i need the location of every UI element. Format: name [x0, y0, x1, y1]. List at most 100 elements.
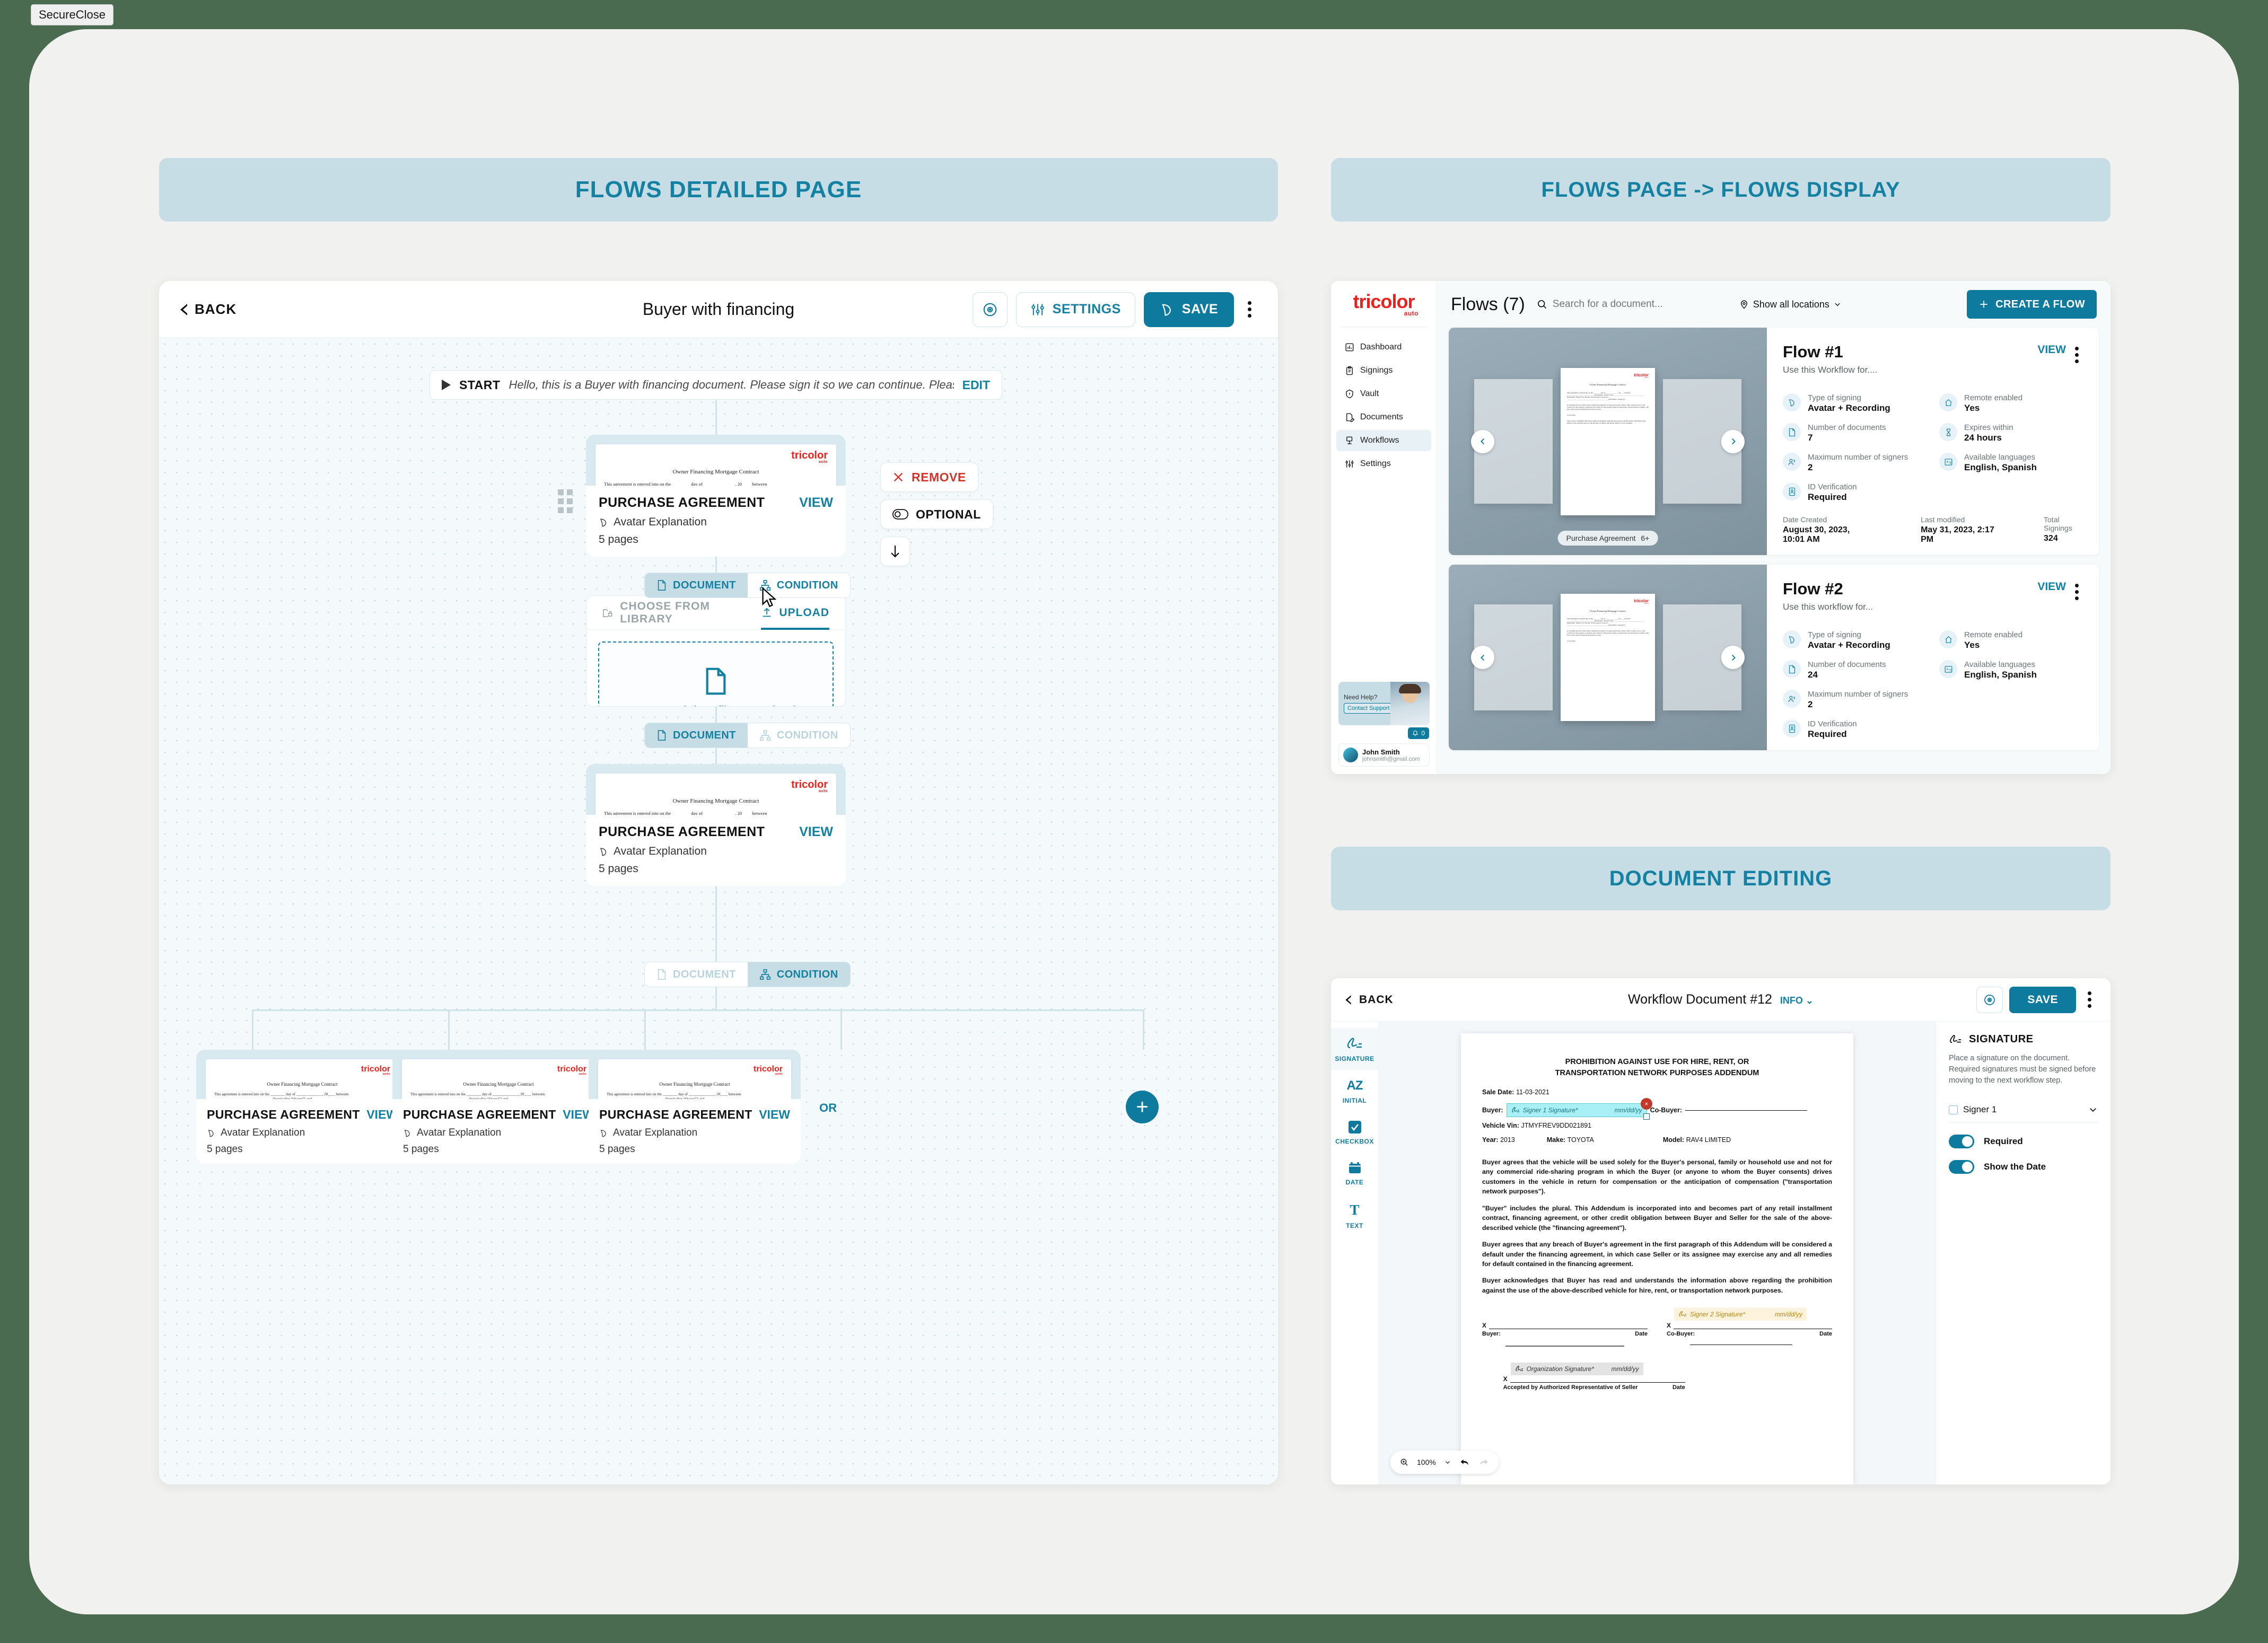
preview-next-button[interactable] — [1721, 429, 1745, 453]
attribute-key: Type of signing — [1808, 630, 1861, 639]
document-canvas[interactable]: PROHIBITION AGAINST USE FOR HIRE, RENT, … — [1379, 1022, 1936, 1484]
flow-document-preview[interactable]: tricolor auto Owner Financing Mortgage Co… — [1449, 328, 1767, 555]
info-dropdown[interactable]: INFO ⌄ — [1780, 995, 1814, 1006]
tab-condition-2[interactable]: CONDITION — [748, 723, 850, 748]
flow-view-link[interactable]: VIEW — [2037, 344, 2066, 356]
flow-row[interactable]: tricolor auto Owner Financing Mortgage Co… — [1449, 328, 2099, 555]
close-icon[interactable]: × — [1640, 1098, 1652, 1110]
eye-icon[interactable] — [972, 292, 1008, 327]
create-a-flow-button[interactable]: CREATE A FLOW — [1967, 290, 2097, 319]
drag-handle-icon[interactable] — [558, 489, 573, 513]
chevron-left-icon — [1480, 438, 1484, 445]
preview-next-button[interactable] — [1721, 646, 1745, 669]
start-step-bar[interactable]: START Hello, this is a Buyer with financ… — [430, 370, 1002, 400]
preview-prev-button[interactable] — [1471, 646, 1494, 669]
save-button[interactable]: SAVE — [1143, 292, 1234, 327]
tab-document-1[interactable]: DOCUMENT — [645, 573, 748, 598]
flow-node-document-1[interactable]: tricolor auto Owner Financing Mortgage Co… — [586, 435, 846, 557]
redo-icon[interactable] — [1478, 1457, 1489, 1467]
zoom-icon[interactable] — [1400, 1458, 1408, 1466]
add-branch-button[interactable]: + — [1126, 1091, 1159, 1123]
app-sidebar: tricolor auto Dashboard Signings Vault D… — [1331, 281, 1437, 774]
required-toggle[interactable] — [1949, 1135, 1974, 1149]
edit-start-message-link[interactable]: EDIT — [962, 378, 990, 392]
buyer-signature-row: Buyer: Signer 1 Signature* mm/dd/yy × Co… — [1482, 1098, 1832, 1120]
flow-view-link[interactable]: VIEW — [2037, 581, 2066, 593]
notification-count: 0 — [1421, 730, 1425, 737]
step-type-tabs-3[interactable]: DOCUMENT CONDITION — [644, 962, 851, 987]
flow-node-branch-3[interactable]: tricolor auto Owner Financing Mortgage Co… — [589, 1050, 801, 1164]
attribute-value: 2 — [1808, 462, 1813, 472]
sidebar-item-documents[interactable]: Documents — [1336, 407, 1431, 428]
required-toggle-row[interactable]: Required — [1949, 1135, 2098, 1149]
signer-selector[interactable]: Signer 1 — [1949, 1104, 2098, 1123]
preview-prev-button[interactable] — [1471, 429, 1494, 453]
search-box[interactable] — [1537, 298, 1728, 310]
sidebar-item-settings[interactable]: Settings — [1336, 453, 1431, 475]
sidebar-item-vault[interactable]: Vault — [1336, 383, 1431, 405]
organization-signature-field[interactable]: Organization Signature* mm/dd/yy — [1510, 1363, 1643, 1376]
chevron-down-icon[interactable] — [1444, 1459, 1451, 1465]
sidebar-item-dashboard[interactable]: Dashboard — [1336, 337, 1431, 358]
help-card: Need Help? Contact Support — [1338, 682, 1430, 725]
signer1-signature-field[interactable]: Signer 1 Signature* mm/dd/yy × — [1506, 1098, 1652, 1120]
signer2-signature-field[interactable]: Signer 2 Signature* mm/dd/yy — [1674, 1308, 1807, 1321]
move-down-button[interactable] — [880, 537, 910, 566]
flow-canvas[interactable]: START Hello, this is a Buyer with financ… — [159, 338, 1278, 1484]
sidebar-item-signings[interactable]: Signings — [1336, 360, 1431, 381]
search-input[interactable] — [1552, 298, 1728, 310]
kebab-menu-icon[interactable] — [2070, 342, 2084, 367]
required-label: Required — [1984, 1136, 2023, 1147]
tool-date[interactable]: DATE — [1331, 1153, 1378, 1193]
step-type-tabs-2[interactable]: DOCUMENT CONDITION — [644, 723, 851, 748]
resize-handle[interactable] — [1643, 1113, 1650, 1120]
tab-condition-3[interactable]: CONDITION — [747, 962, 850, 987]
tab-document-3[interactable]: DOCUMENT — [645, 962, 748, 987]
tool-checkbox[interactable]: CHECKBOX — [1331, 1112, 1378, 1153]
node-avatar-label: Avatar Explanation — [614, 516, 707, 528]
eye-icon[interactable] — [1976, 986, 2003, 1013]
node-view-link[interactable]: VIEW — [799, 495, 833, 511]
upload-document-card[interactable]: CHOOSE FROM LIBRARY UPLOAD Drag and drop… — [586, 595, 846, 707]
back-button[interactable]: BACK — [180, 301, 237, 318]
tab-document-2[interactable]: DOCUMENT — [645, 723, 748, 748]
save-button[interactable]: SAVE — [2009, 986, 2076, 1013]
chevron-down-icon[interactable] — [2088, 1105, 2098, 1114]
notifications-badge[interactable]: 0 — [1408, 727, 1429, 739]
zoom-toolbar[interactable]: 100% — [1390, 1451, 1499, 1474]
flow-document-preview[interactable]: tricolor auto Owner Financing Mortgage Co… — [1449, 565, 1767, 750]
optional-toggle-button[interactable]: OPTIONAL — [880, 499, 993, 529]
node-view-link[interactable]: VIEW — [799, 824, 833, 840]
step-type-tabs-1[interactable]: DOCUMENT CONDITION — [644, 573, 851, 598]
tab-condition-1[interactable]: CONDITION — [748, 573, 850, 598]
signer-checkbox[interactable] — [1949, 1105, 1958, 1114]
browser-tab-label: SecureClose — [31, 4, 113, 25]
flow-node-branch-1[interactable]: tricolor auto Owner Financing Mortgage Co… — [196, 1050, 408, 1164]
file-dropzone[interactable]: Drag and drop files or Upload — [598, 642, 834, 706]
undo-icon[interactable] — [1459, 1457, 1470, 1467]
contact-support-button[interactable]: Contact Support — [1344, 703, 1394, 714]
node-view-link[interactable]: VIEW — [759, 1108, 790, 1122]
user-card[interactable]: John Smith johnsmith@gmail.com — [1338, 743, 1430, 767]
kebab-menu-icon[interactable] — [2070, 579, 2084, 604]
flow-node-branch-2[interactable]: tricolor auto Owner Financing Mortgage Co… — [392, 1050, 605, 1164]
kebab-menu-icon[interactable] — [1242, 297, 1257, 322]
remove-label: REMOVE — [912, 470, 966, 484]
sidebar-label: Workflows — [1360, 435, 1399, 445]
flow-row[interactable]: tricolor auto Owner Financing Mortgage Co… — [1449, 565, 2099, 750]
settings-button[interactable]: SETTINGS — [1015, 292, 1135, 327]
location-filter-dropdown[interactable]: Show all locations — [1739, 299, 1841, 310]
upload-tab[interactable]: UPLOAD — [761, 596, 829, 630]
tool-text[interactable]: T TEXT — [1331, 1193, 1378, 1237]
choose-from-library-tab[interactable]: CHOOSE FROM LIBRARY — [602, 600, 761, 626]
flow-node-document-2[interactable]: tricolor auto Owner Financing Mortgage Co… — [586, 764, 846, 886]
tool-initial[interactable]: AZ INITIAL — [1331, 1070, 1378, 1112]
kebab-menu-icon[interactable] — [2082, 987, 2097, 1012]
remove-node-button[interactable]: REMOVE — [880, 462, 978, 492]
sidebar-item-workflows[interactable]: Workflows — [1336, 429, 1431, 451]
show-date-toggle[interactable] — [1949, 1160, 1974, 1174]
tool-signature[interactable]: SIGNATURE — [1331, 1028, 1378, 1070]
show-date-toggle-row[interactable]: Show the Date — [1949, 1160, 2098, 1174]
document-page[interactable]: PROHIBITION AGAINST USE FOR HIRE, RENT, … — [1461, 1033, 1853, 1484]
field-properties-panel: SIGNATURE Place a signature on the docum… — [1936, 1022, 2111, 1484]
